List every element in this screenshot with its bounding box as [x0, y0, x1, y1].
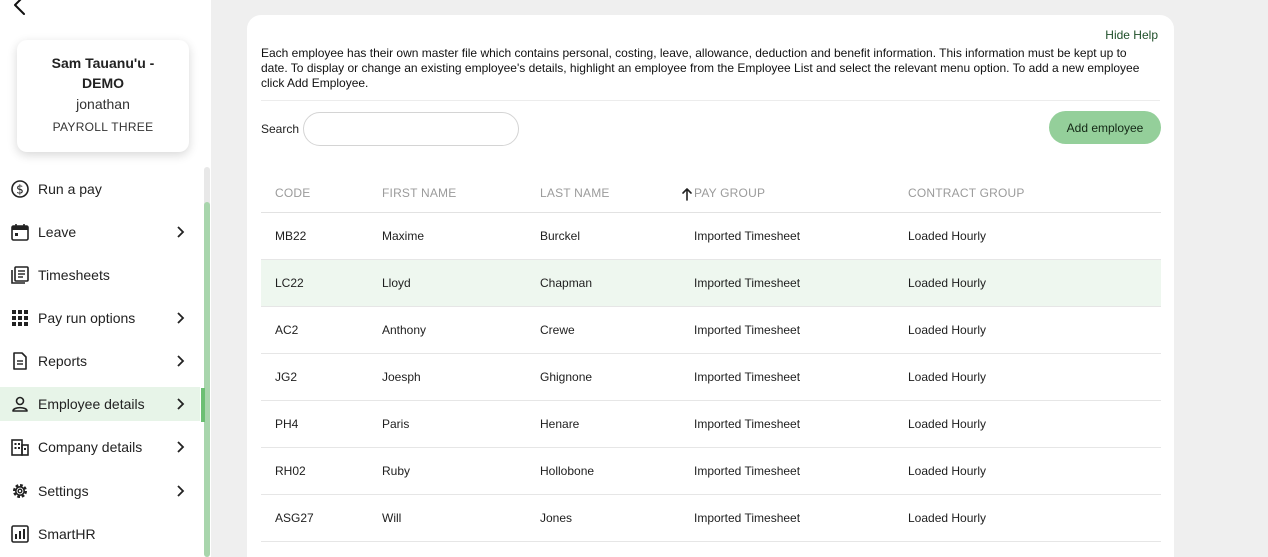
table-row[interactable]: JG2 Joesph Ghignone Imported Timesheet L… [261, 354, 1161, 401]
cell-last-name: Ghignone [540, 370, 593, 384]
cell-pay-group: Imported Timesheet [694, 511, 801, 525]
sidebar-item-label: Reports [38, 353, 88, 369]
column-header-code[interactable]: CODE [275, 186, 310, 200]
sidebar-item-label: Timesheets [38, 267, 110, 283]
cell-last-name: Henare [540, 417, 580, 431]
sidebar-item-label: Run a pay [38, 181, 102, 197]
chevron-right-icon [177, 312, 185, 324]
cell-code: JG2 [275, 370, 298, 384]
table-row[interactable]: PH4 Paris Henare Imported Timesheet Load… [261, 401, 1161, 448]
cell-last-name: Hollobone [540, 464, 595, 478]
sidebar-item-label: Leave [38, 224, 77, 240]
search-input[interactable] [303, 112, 519, 146]
sidebar-scrollbar-thumb[interactable] [204, 202, 210, 557]
sort-ascending-icon[interactable] [681, 187, 693, 201]
cell-contract-group: Loaded Hourly [908, 276, 987, 290]
table-row[interactable]: RH02 Ruby Hollobone Imported Timesheet L… [261, 448, 1161, 495]
chevron-right-icon [177, 226, 185, 238]
cell-first-name: Will [382, 511, 402, 525]
cell-first-name: Ruby [382, 464, 411, 478]
timesheets-icon [10, 265, 30, 285]
user-name: Sam Tauanu'u - DEMO [51, 55, 155, 91]
cell-pay-group: Imported Timesheet [694, 370, 801, 384]
sidebar-item-smarthr[interactable]: SmartHR [0, 517, 200, 551]
table-row[interactable]: ASG27 Will Jones Imported Timesheet Load… [261, 495, 1161, 542]
sidebar-item-leave[interactable]: Leave [0, 215, 200, 249]
cell-pay-group: Imported Timesheet [694, 323, 801, 337]
sidebar-item-settings[interactable]: Settings [0, 474, 200, 508]
cell-first-name: Paris [382, 417, 410, 431]
sidebar-item-label: Pay run options [38, 310, 136, 326]
cell-code: LC22 [275, 276, 304, 290]
person-icon [10, 394, 30, 414]
cell-code: RH02 [275, 464, 306, 478]
cell-code: ASG27 [275, 511, 314, 525]
user-username: jonathan [76, 96, 130, 112]
building-icon [10, 437, 30, 457]
cell-code: AC2 [275, 323, 299, 337]
sidebar-item-employee-details[interactable]: Employee details [0, 387, 200, 421]
chevron-right-icon [177, 398, 185, 410]
column-header-pay-group[interactable]: PAY GROUP [694, 186, 765, 200]
employee-table: CODE FIRST NAME LAST NAME PAY GROUP CONT… [261, 167, 1161, 542]
smarthr-icon [10, 524, 30, 544]
chevron-right-icon [177, 485, 185, 497]
table-header: CODE FIRST NAME LAST NAME PAY GROUP CONT… [261, 167, 1161, 213]
cell-contract-group: Loaded Hourly [908, 323, 987, 337]
chevron-right-icon [177, 441, 185, 453]
grid-dots-icon [10, 308, 30, 328]
add-employee-button[interactable]: Add employee [1049, 111, 1161, 144]
cell-contract-group: Loaded Hourly [908, 464, 987, 478]
gear-icon [10, 481, 30, 501]
hide-help-link[interactable]: Hide Help [1105, 28, 1158, 42]
active-nav-indicator [201, 388, 205, 422]
cell-code: MB22 [275, 229, 307, 243]
cell-first-name: Anthony [382, 323, 427, 337]
cell-last-name: Burckel [540, 229, 581, 243]
sidebar: Sam Tauanu'u - DEMO jonathan PAYROLL THR… [0, 0, 211, 557]
cell-pay-group: Imported Timesheet [694, 229, 801, 243]
svg-text:$: $ [16, 183, 24, 197]
cell-first-name: Maxime [382, 229, 425, 243]
cell-contract-group: Loaded Hourly [908, 511, 987, 525]
cell-last-name: Jones [540, 511, 573, 525]
sidebar-item-label: Company details [38, 439, 143, 455]
column-header-last-name[interactable]: LAST NAME [540, 186, 610, 200]
cell-pay-group: Imported Timesheet [694, 276, 801, 290]
employee-list-panel: Hide Help Each employee has their own ma… [247, 15, 1174, 557]
chevron-right-icon [177, 355, 185, 367]
cell-first-name: Lloyd [382, 276, 411, 290]
cell-first-name: Joesph [382, 370, 421, 384]
divider [261, 100, 1160, 101]
column-header-first-name[interactable]: FIRST NAME [382, 186, 456, 200]
table-row[interactable]: MB22 Maxime Burckel Imported Timesheet L… [261, 213, 1161, 260]
cell-pay-group: Imported Timesheet [694, 464, 801, 478]
column-header-contract-group[interactable]: CONTRACT GROUP [908, 186, 1025, 200]
user-company: PAYROLL THREE [52, 120, 154, 134]
document-icon [10, 351, 30, 371]
cell-contract-group: Loaded Hourly [908, 229, 987, 243]
cell-contract-group: Loaded Hourly [908, 370, 987, 384]
sidebar-item-label: Employee details [38, 396, 145, 412]
table-row[interactable]: AC2 Anthony Crewe Imported Timesheet Loa… [261, 307, 1161, 354]
cell-last-name: Chapman [540, 276, 593, 290]
dollar-circle-icon: $ [10, 179, 30, 199]
sidebar-item-company-details[interactable]: Company details [0, 430, 200, 464]
cell-pay-group: Imported Timesheet [694, 417, 801, 431]
sidebar-item-pay-run-options[interactable]: Pay run options [0, 301, 200, 335]
sidebar-item-timesheets[interactable]: Timesheets [0, 258, 200, 292]
calendar-icon [10, 222, 30, 242]
cell-contract-group: Loaded Hourly [908, 417, 987, 431]
table-row[interactable]: LC22 Lloyd Chapman Imported Timesheet Lo… [261, 260, 1161, 307]
cell-last-name: Crewe [540, 323, 575, 337]
back-arrow-icon[interactable] [10, 0, 30, 16]
sidebar-item-label: Settings [38, 483, 89, 499]
sidebar-item-run-a-pay[interactable]: $ Run a pay [0, 172, 200, 206]
user-card: Sam Tauanu'u - DEMO jonathan PAYROLL THR… [17, 40, 189, 152]
sidebar-item-label: SmartHR [38, 526, 96, 542]
sidebar-item-reports[interactable]: Reports [0, 344, 200, 378]
cell-code: PH4 [275, 417, 299, 431]
search-label: Search [261, 122, 300, 136]
help-text: Each employee has their own master file … [261, 46, 1140, 90]
